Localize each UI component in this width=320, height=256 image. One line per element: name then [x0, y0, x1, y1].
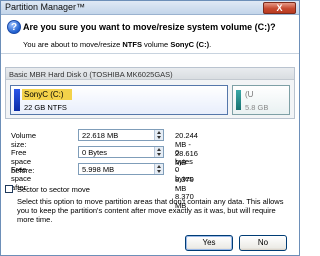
partition-name: SonyC (C:)	[24, 90, 64, 99]
partition-manager-dialog: Partition Manager™ X ? Are you sure you …	[0, 0, 300, 256]
yes-button[interactable]: Yes	[185, 235, 233, 251]
partition-name: (U	[245, 90, 254, 99]
free-after-spinner[interactable]	[154, 164, 163, 174]
sector-move-description: Select this option to move partition are…	[17, 197, 284, 224]
disk-map: Basic MBR Hard Disk 0 (TOSHIBA MK6025GAS…	[5, 67, 295, 119]
free-after-input[interactable]: 5.998 MB	[78, 163, 164, 175]
subtitle-pre: You are about to move/resize	[23, 40, 123, 49]
partition-sonyc[interactable]: SonyC (C:) 22 GB NTFS	[10, 85, 228, 115]
close-button[interactable]: X	[263, 2, 296, 14]
disk-label: Basic MBR Hard Disk 0 (TOSHIBA MK6025GAS…	[9, 70, 173, 79]
window-title: Partition Manager™	[5, 2, 86, 12]
partition-info: 5.8 GB	[245, 103, 269, 112]
volume-size-label: Volume size:	[11, 131, 37, 149]
sector-move-checkbox[interactable]	[5, 185, 13, 193]
dialog-subtitle: You are about to move/resize NTFS volume…	[23, 40, 211, 49]
free-before-value: 0 Bytes	[82, 148, 108, 157]
free-after-value: 5.998 MB	[82, 165, 115, 174]
volume-size-value: 22.618 MB	[82, 131, 119, 140]
partition-second[interactable]: (U 5.8 GB	[232, 85, 290, 115]
title-bar[interactable]: Partition Manager™ X	[1, 1, 299, 15]
free-before-spinner[interactable]	[154, 147, 163, 157]
dialog-header: ? Are you sure you want to move/resize s…	[1, 16, 299, 54]
volume-size-spinner[interactable]	[154, 130, 163, 140]
subtitle-volume: SonyC (C:)	[170, 40, 210, 49]
partition-info: 22 GB NTFS	[24, 103, 67, 112]
disk-header: Basic MBR Hard Disk 0 (TOSHIBA MK6025GAS…	[6, 68, 294, 80]
subtitle-fs: NTFS	[122, 40, 142, 49]
subtitle-mid: volume	[141, 40, 171, 49]
dialog-question: Are you sure you want to move/resize sys…	[23, 22, 276, 32]
sector-move-label[interactable]: Sector to sector move	[17, 185, 90, 194]
partition-color-bar	[14, 89, 20, 111]
free-before-input[interactable]: 0 Bytes	[78, 146, 164, 158]
partition-color-bar	[236, 90, 241, 110]
question-icon: ?	[7, 20, 21, 34]
subtitle-end: .	[209, 40, 212, 49]
no-button[interactable]: No	[239, 235, 287, 251]
volume-size-input[interactable]: 22.618 MB	[78, 129, 164, 141]
